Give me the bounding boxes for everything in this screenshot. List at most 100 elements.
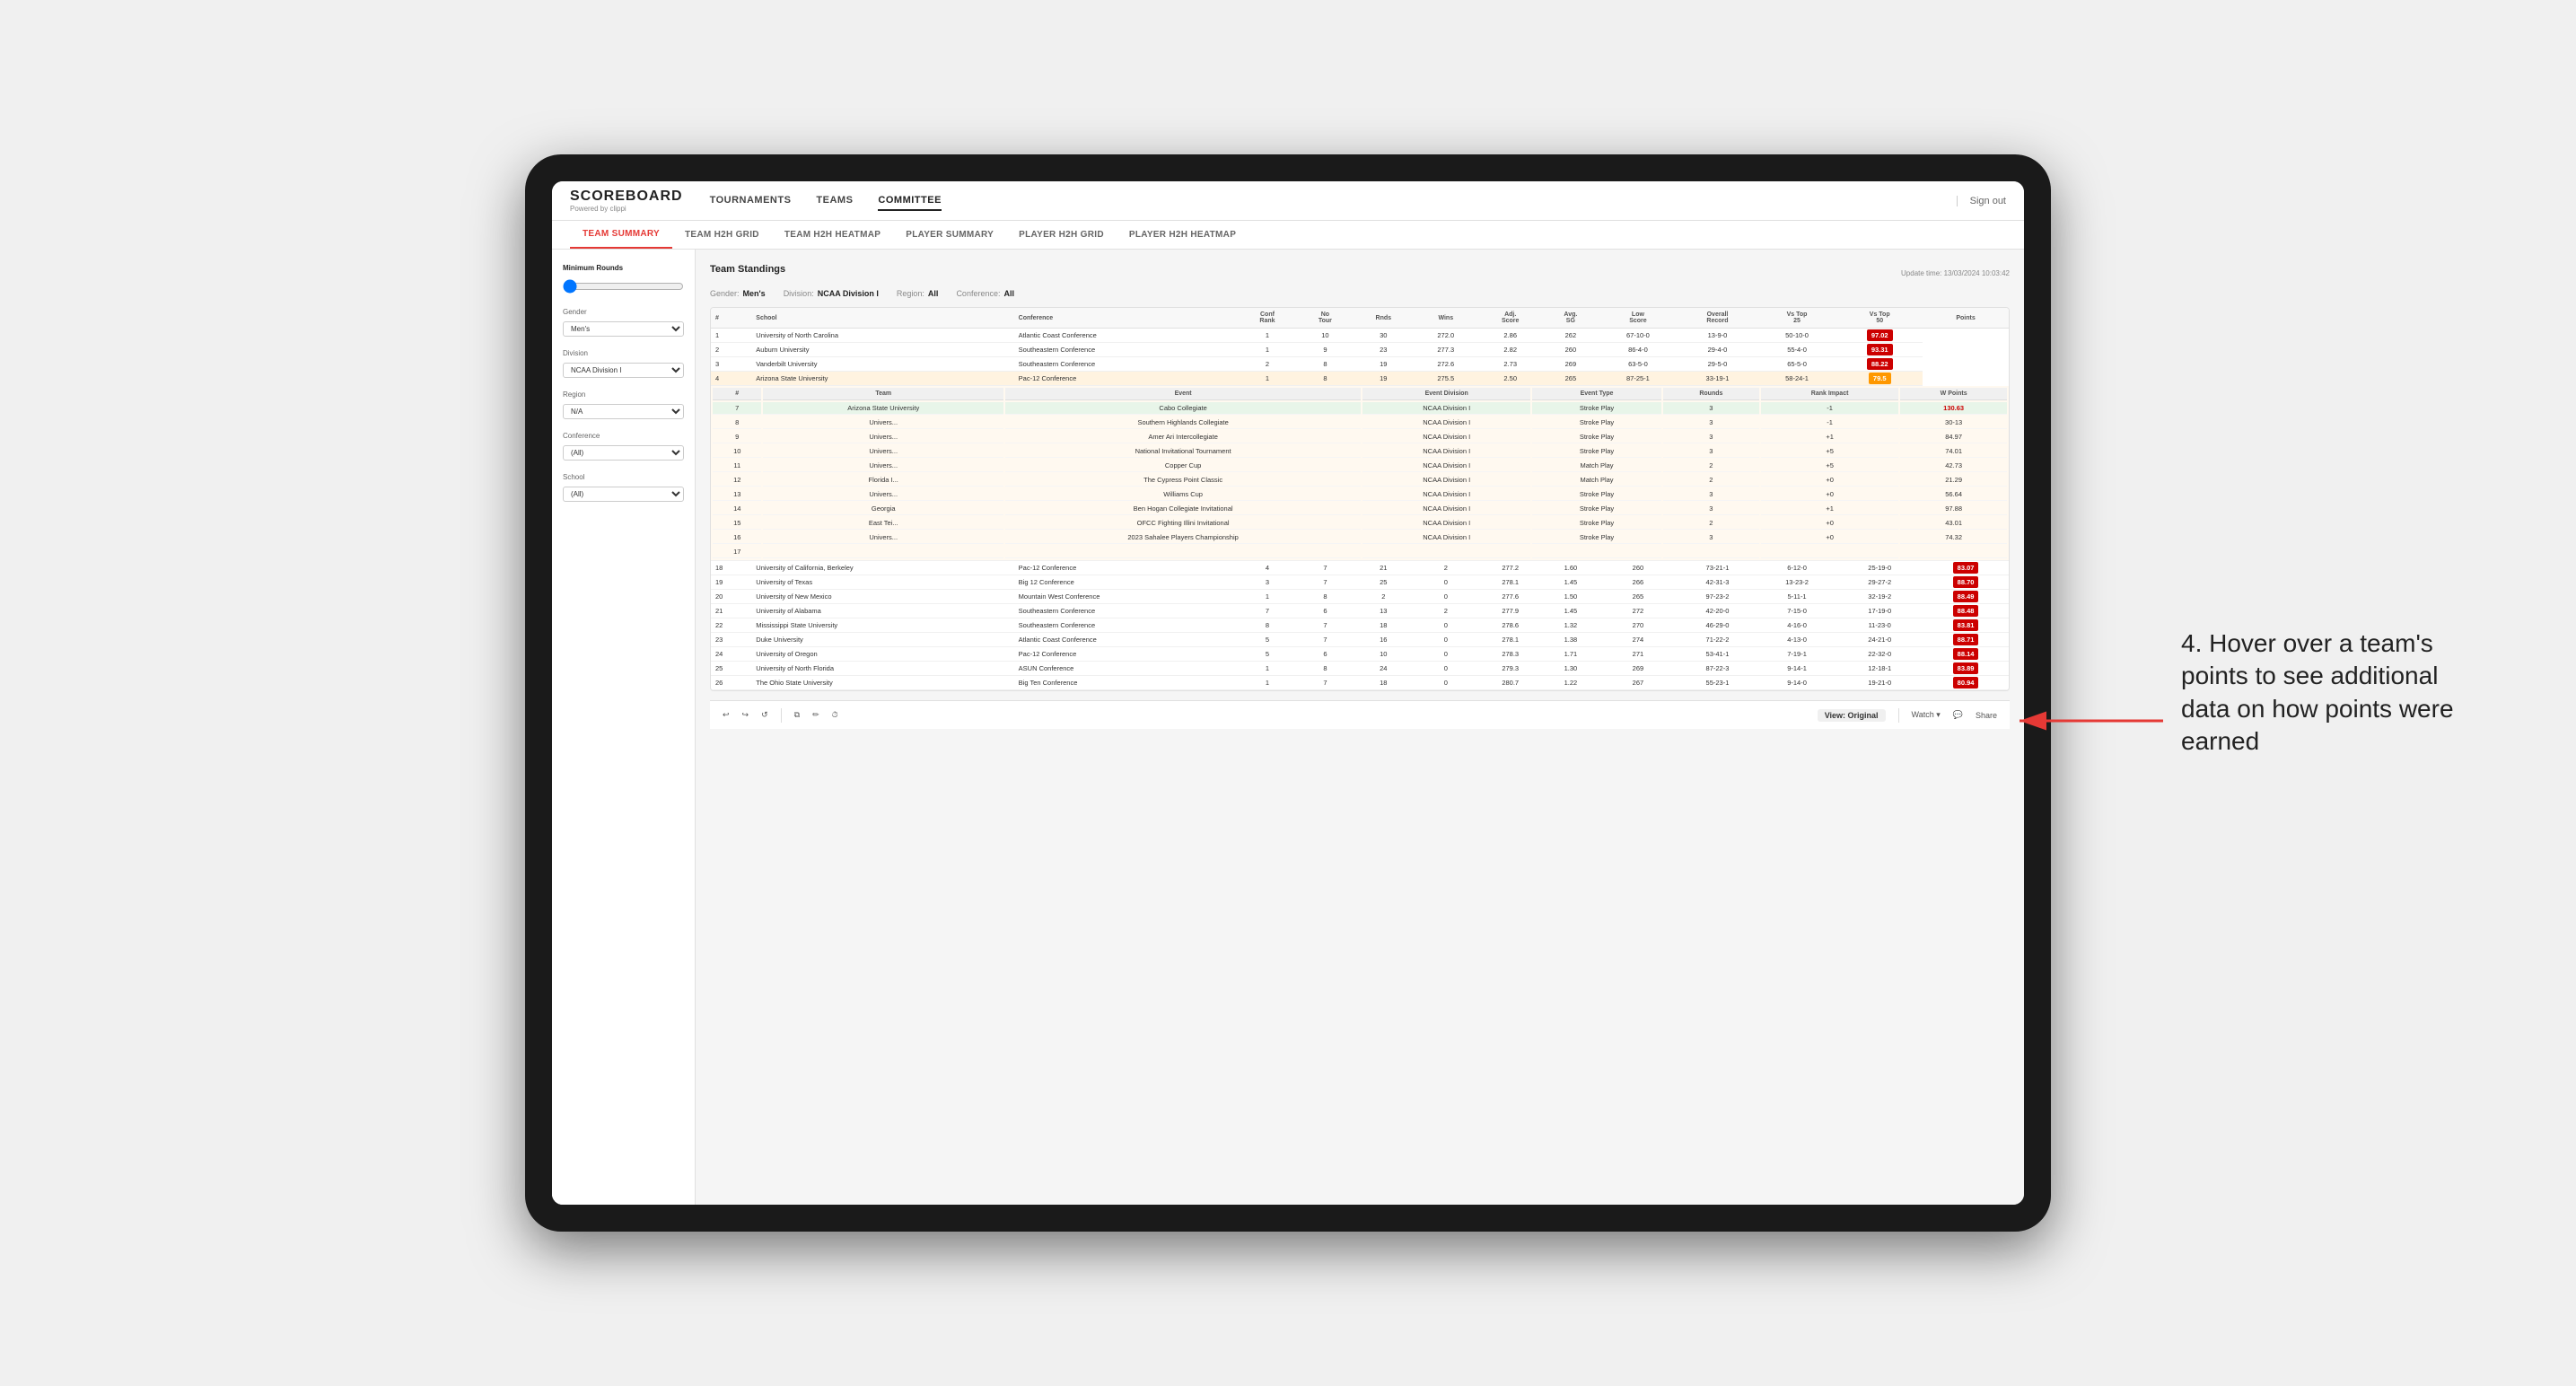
tooltip-inner-table: # Team Event Event Division Event Type R… xyxy=(711,386,2009,560)
bottom-toolbar: ↩ ↪ ↺ ⧉ ✏ ⏱ View: Original Watch ▾ 💬 Sha… xyxy=(710,700,2010,729)
table-row: 24 University of Oregon Pac-12 Conferenc… xyxy=(711,647,2009,662)
tooltip-row: 14 Georgia Ben Hogan Collegiate Invitati… xyxy=(713,503,2007,515)
gender-label: Gender xyxy=(563,308,684,316)
undo-button[interactable]: ↩ xyxy=(723,710,730,720)
tooltip-row: 12 Florida I... The Cypress Point Classi… xyxy=(713,474,2007,487)
watch-button[interactable]: Watch ▾ xyxy=(1912,710,1941,720)
annotation-area: 4. Hover over a team's points to see add… xyxy=(2181,627,2486,759)
nav-committee[interactable]: COMMITTEE xyxy=(878,191,942,211)
table-row: 25 University of North Florida ASUN Conf… xyxy=(711,662,2009,676)
filter-division: Division: NCAA Division I xyxy=(784,289,879,298)
table-row: 3 Vanderbilt University Southeastern Con… xyxy=(711,357,2009,372)
panel-header: Team Standings Update time: 13/03/2024 1… xyxy=(710,264,2010,280)
school-select[interactable]: (All) xyxy=(563,487,684,502)
filter-region: Region: All xyxy=(897,289,939,298)
draw-button[interactable]: ✏ xyxy=(812,710,819,720)
standings-table-box: # School Conference ConfRank NoTour Rnds… xyxy=(710,307,2010,691)
tooltip-row: 16 Univers... 2023 Sahalee Players Champ… xyxy=(713,531,2007,544)
nav-tournaments[interactable]: TOURNAMENTS xyxy=(710,191,792,211)
gender-select[interactable]: Men's xyxy=(563,321,684,337)
table-row: 23 Duke University Atlantic Coast Confer… xyxy=(711,633,2009,647)
points-badge[interactable]: 88.48 xyxy=(1953,605,1979,617)
sub-nav-team-summary[interactable]: TEAM SUMMARY xyxy=(570,221,672,249)
tooltip-row: 10 Univers... National Invitational Tour… xyxy=(713,445,2007,458)
content-panel: Team Standings Update time: 13/03/2024 1… xyxy=(696,250,2024,1205)
sub-nav-team-h2h-grid[interactable]: TEAM H2H GRID xyxy=(672,221,772,249)
toolbar-divider xyxy=(781,708,782,723)
col-conf-rank: ConfRank xyxy=(1237,308,1297,329)
sub-nav: TEAM SUMMARY TEAM H2H GRID TEAM H2H HEAT… xyxy=(552,221,2024,250)
points-badge[interactable]: 88.49 xyxy=(1953,591,1979,602)
sidebar-minimum-rounds: Minimum Rounds xyxy=(563,264,684,295)
table-row: 26 The Ohio State University Big Ten Con… xyxy=(711,676,2009,690)
points-badge[interactable]: 80.94 xyxy=(1953,677,1979,689)
minimum-rounds-label: Minimum Rounds xyxy=(563,264,684,272)
table-row: 20 University of New Mexico Mountain Wes… xyxy=(711,590,2009,604)
tablet-shell: SCOREBOARD Powered by clippi TOURNAMENTS… xyxy=(525,154,2051,1232)
points-badge[interactable]: 88.71 xyxy=(1953,634,1979,645)
tooltip-row: 11 Univers... Copper Cup NCAA Division I… xyxy=(713,460,2007,472)
region-select[interactable]: N/A xyxy=(563,404,684,419)
sidebar-division: Division NCAA Division I xyxy=(563,349,684,378)
nav-teams[interactable]: TEAMS xyxy=(816,191,853,211)
points-badge[interactable]: 83.89 xyxy=(1953,662,1979,674)
update-time: Update time: 13/03/2024 10:03:42 xyxy=(1901,264,2010,280)
sign-out-button[interactable]: Sign out xyxy=(1957,196,2006,206)
feedback-button[interactable]: 💬 xyxy=(1953,710,1963,720)
tooltip-row: 9 Univers... Amer Ari Intercollegiate NC… xyxy=(713,431,2007,443)
app-subtitle: Powered by clippi xyxy=(570,205,683,213)
table-row-highlighted: 4 Arizona State University Pac-12 Confer… xyxy=(711,372,2009,386)
view-label[interactable]: View: Original xyxy=(1818,709,1886,722)
points-badge[interactable]: 97.02 xyxy=(1867,329,1893,341)
sidebar-region: Region N/A xyxy=(563,390,684,419)
redo-button[interactable]: ↪ xyxy=(742,710,749,720)
tooltip-row: 8 Univers... Southern Highlands Collegia… xyxy=(713,417,2007,429)
col-wins: Wins xyxy=(1414,308,1477,329)
points-badge[interactable]: 88.22 xyxy=(1867,358,1893,370)
col-low-score: LowScore xyxy=(1599,308,1678,329)
main-content: Minimum Rounds Gender Men's Division NCA… xyxy=(552,250,2024,1205)
col-vs-top-50: Vs Top50 xyxy=(1836,308,1923,329)
col-overall-record: OverallRecord xyxy=(1678,308,1757,329)
sub-nav-player-h2h-heatmap[interactable]: PLAYER H2H HEATMAP xyxy=(1117,221,1249,249)
sub-nav-player-summary[interactable]: PLAYER SUMMARY xyxy=(893,221,1006,249)
standings-title: Team Standings xyxy=(710,264,785,275)
tooltip-row: 13 Univers... Williams Cup NCAA Division… xyxy=(713,488,2007,501)
conference-select[interactable]: (All) xyxy=(563,445,684,461)
tooltip-row: 17 xyxy=(713,546,2007,558)
points-badge[interactable]: 88.70 xyxy=(1953,576,1979,588)
table-row: 19 University of Texas Big 12 Conference… xyxy=(711,575,2009,590)
filter-row: Gender: Men's Division: NCAA Division I … xyxy=(710,289,2010,298)
refresh-button[interactable]: ↺ xyxy=(761,710,768,720)
clock-button[interactable]: ⏱ xyxy=(832,710,838,720)
points-badge-highlighted[interactable]: 79.5 xyxy=(1869,373,1891,384)
sidebar-gender: Gender Men's xyxy=(563,308,684,337)
table-row: 21 University of Alabama Southeastern Co… xyxy=(711,604,2009,618)
tooltip-row: 15 East Tei... OFCC Fighting Illini Invi… xyxy=(713,517,2007,530)
points-badge[interactable]: 93.31 xyxy=(1867,344,1893,355)
points-badge[interactable]: 83.07 xyxy=(1953,562,1979,574)
col-avg-sg: Avg.SG xyxy=(1543,308,1599,329)
copy-button[interactable]: ⧉ xyxy=(794,710,800,720)
sidebar-school: School (All) xyxy=(563,473,684,502)
points-badge[interactable]: 88.14 xyxy=(1953,648,1979,660)
sidebar: Minimum Rounds Gender Men's Division NCA… xyxy=(552,250,696,1205)
standings-table: # School Conference ConfRank NoTour Rnds… xyxy=(711,308,2009,690)
conference-label: Conference xyxy=(563,432,684,440)
region-label: Region xyxy=(563,390,684,399)
share-button[interactable]: Share xyxy=(1976,711,1997,720)
sub-nav-player-h2h-grid[interactable]: PLAYER H2H GRID xyxy=(1006,221,1117,249)
col-vs-top-25: Vs Top25 xyxy=(1757,308,1837,329)
annotation-text: 4. Hover over a team's points to see add… xyxy=(2181,627,2486,759)
tooltip-row: 7 Arizona State University Cabo Collegia… xyxy=(713,402,2007,415)
sub-nav-team-h2h-heatmap[interactable]: TEAM H2H HEATMAP xyxy=(772,221,893,249)
col-points: Points xyxy=(1923,308,2009,329)
filter-conference: Conference: All xyxy=(956,289,1014,298)
tooltip-expanded-row: # Team Event Event Division Event Type R… xyxy=(711,386,2009,561)
col-rnds: Rnds xyxy=(1353,308,1414,329)
points-badge[interactable]: 83.81 xyxy=(1953,619,1979,631)
minimum-rounds-slider[interactable] xyxy=(563,279,684,294)
col-conference: Conference xyxy=(1014,308,1238,329)
table-row: 1 University of North Carolina Atlantic … xyxy=(711,329,2009,343)
division-select[interactable]: NCAA Division I xyxy=(563,363,684,378)
